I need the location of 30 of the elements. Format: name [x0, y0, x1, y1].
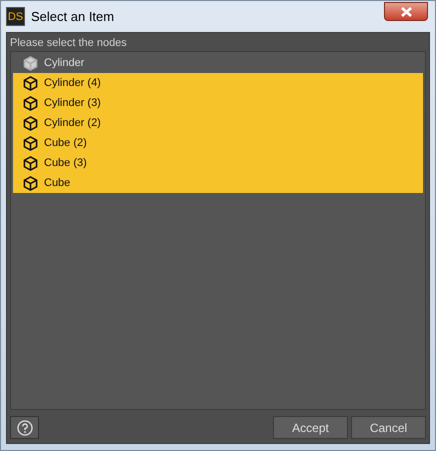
prompt-text: Please select the nodes	[10, 36, 128, 51]
help-icon	[16, 420, 32, 436]
cube-icon	[23, 76, 38, 90]
list-item[interactable]: Cylinder (4)	[13, 73, 423, 93]
cube-icon	[23, 116, 38, 130]
list-item[interactable]: Cube (2)	[13, 133, 423, 153]
close-button[interactable]	[384, 2, 428, 21]
cube-icon	[23, 176, 38, 190]
item-label: Cylinder (3)	[44, 97, 101, 109]
item-label: Cylinder	[44, 57, 84, 69]
item-label: Cylinder (2)	[44, 117, 101, 129]
list-item[interactable]: Cylinder	[13, 53, 423, 73]
app-logo: DS	[6, 7, 25, 26]
item-label: Cube (2)	[44, 137, 87, 149]
item-label: Cube (3)	[44, 157, 87, 169]
list-item[interactable]: Cube	[13, 173, 423, 193]
list-item[interactable]: Cube (3)	[13, 153, 423, 173]
list-item[interactable]: Cylinder (3)	[13, 93, 423, 113]
window-title: Select an Item	[31, 9, 114, 24]
cube-icon	[23, 156, 38, 170]
cube-icon	[23, 136, 38, 150]
help-button[interactable]	[10, 416, 39, 439]
item-label: Cylinder (4)	[44, 77, 101, 89]
list-item[interactable]: Cylinder (2)	[13, 113, 423, 133]
cube-icon	[23, 96, 38, 110]
item-label: Cube	[44, 177, 70, 189]
dialog-button[interactable]: Accept	[273, 416, 348, 439]
cube-icon	[23, 56, 38, 70]
close-icon	[400, 6, 412, 16]
dialog-button[interactable]: Cancel	[351, 416, 426, 439]
